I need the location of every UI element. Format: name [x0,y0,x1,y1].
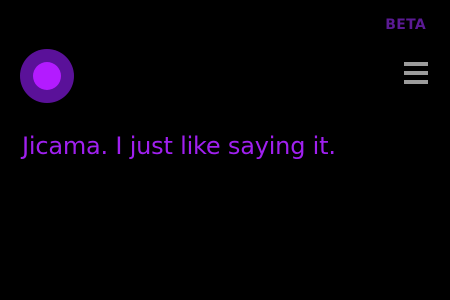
assistant-orb-core [33,62,61,90]
menu-bar-middle [404,71,428,75]
hamburger-menu-icon[interactable] [404,62,428,84]
menu-bar-bottom [404,80,428,84]
beta-badge: BETA [385,17,426,33]
assistant-screen: BETA Jicama. I just like saying it. [0,0,450,300]
assistant-orb-icon[interactable] [20,49,74,103]
assistant-response-text: Jicama. I just like saying it. [22,132,336,160]
menu-bar-top [404,62,428,66]
